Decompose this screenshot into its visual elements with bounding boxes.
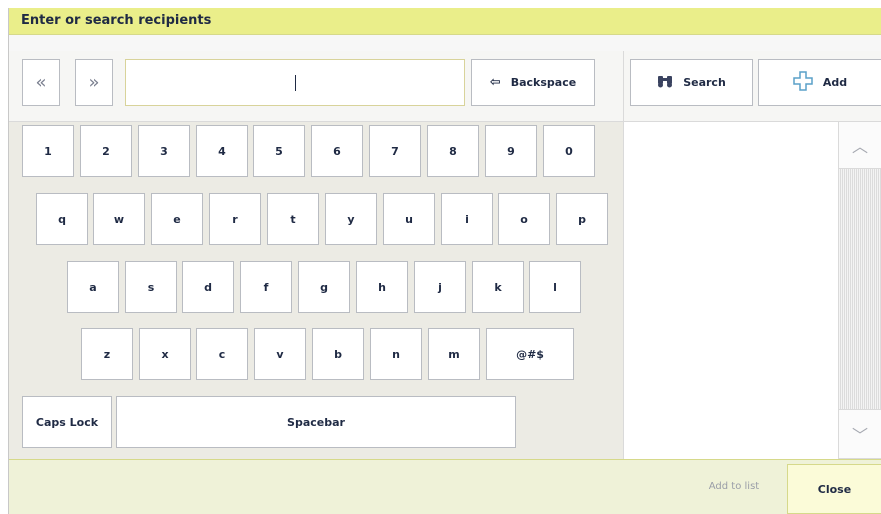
key-3[interactable]: 3 [138, 125, 190, 177]
key-g[interactable]: g [298, 261, 350, 313]
key-b[interactable]: b [312, 328, 364, 380]
key-v[interactable]: v [254, 328, 306, 380]
key-c[interactable]: c [196, 328, 248, 380]
chevron-down-icon: ﹀ [851, 426, 868, 445]
key-7[interactable]: 7 [369, 125, 421, 177]
close-button[interactable]: Close [787, 464, 881, 514]
key-j[interactable]: j [414, 261, 466, 313]
key-f[interactable]: f [240, 261, 292, 313]
next-button[interactable]: » [75, 59, 113, 106]
key-h[interactable]: h [356, 261, 408, 313]
plus-icon [793, 70, 813, 95]
add-button[interactable]: Add [758, 59, 881, 106]
key-a[interactable]: a [67, 261, 119, 313]
key-0[interactable]: 0 [543, 125, 595, 177]
key-9[interactable]: 9 [485, 125, 537, 177]
chevron-up-icon: ︿ [851, 137, 868, 156]
key-o[interactable]: o [498, 193, 550, 245]
add-label: Add [822, 76, 848, 89]
title-bar: Enter or search recipients [9, 8, 881, 35]
key-k[interactable]: k [472, 261, 524, 313]
chevron-left-icon: « [35, 72, 47, 93]
key-s[interactable]: s [125, 261, 177, 313]
key-l[interactable]: l [529, 261, 581, 313]
key-r[interactable]: r [209, 193, 261, 245]
key-z[interactable]: z [81, 328, 133, 380]
key-1[interactable]: 1 [22, 125, 74, 177]
key-2[interactable]: 2 [80, 125, 132, 177]
scroll-up-button[interactable]: ︿ [838, 121, 881, 169]
key-w[interactable]: w [93, 193, 145, 245]
chevron-right-icon: » [88, 72, 100, 93]
key-u[interactable]: u [383, 193, 435, 245]
close-label: Close [817, 482, 852, 496]
binoculars-icon [657, 74, 673, 92]
key-d[interactable]: d [182, 261, 234, 313]
key-p[interactable]: p [556, 193, 608, 245]
previous-button[interactable]: « [22, 59, 60, 106]
backspace-button[interactable]: ⇦ Backspace [471, 59, 595, 106]
key-q[interactable]: q [36, 193, 88, 245]
key-5[interactable]: 5 [253, 125, 305, 177]
key-t[interactable]: t [267, 193, 319, 245]
key-symbols[interactable]: @#$ [486, 328, 574, 380]
text-caret [294, 74, 296, 91]
key-m[interactable]: m [428, 328, 480, 380]
search-button[interactable]: Search [630, 59, 753, 106]
search-label: Search [683, 76, 726, 89]
key-n[interactable]: n [370, 328, 422, 380]
top-strip [9, 35, 881, 51]
add-to-list-button[interactable]: Add to list [685, 459, 783, 514]
key-4[interactable]: 4 [196, 125, 248, 177]
recipient-dialog: Enter or search recipients « » ⇦ Backspa… [8, 8, 881, 514]
caps-lock-key[interactable]: Caps Lock [22, 396, 112, 448]
dialog-title: Enter or search recipients [21, 13, 212, 28]
key-e[interactable]: e [151, 193, 203, 245]
recipient-input[interactable] [125, 59, 465, 106]
key-y[interactable]: y [325, 193, 377, 245]
spacebar-key[interactable]: Spacebar [116, 396, 516, 448]
backspace-label: Backspace [510, 76, 577, 89]
key-8[interactable]: 8 [427, 125, 479, 177]
key-i[interactable]: i [441, 193, 493, 245]
backspace-icon: ⇦ [489, 75, 501, 90]
key-x[interactable]: x [139, 328, 191, 380]
scroll-down-button[interactable]: ﹀ [838, 409, 881, 459]
key-6[interactable]: 6 [311, 125, 363, 177]
